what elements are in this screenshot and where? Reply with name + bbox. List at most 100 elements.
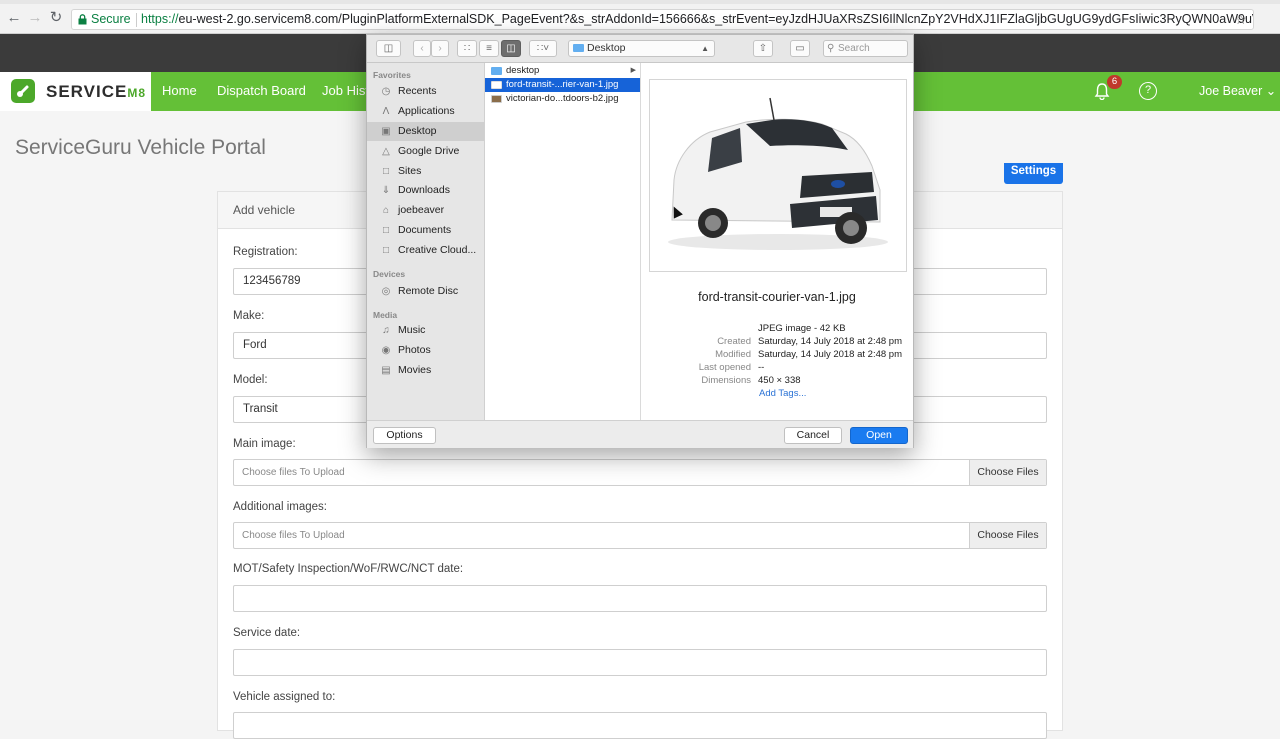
vehicle-assigned-label: Vehicle assigned to:: [233, 691, 336, 703]
folder-icon: [491, 67, 502, 75]
sidebar-item-movies[interactable]: ▤ Movies: [367, 361, 484, 380]
file-open-dialog: ◫ ‹ › ∷ ≡ ◫ ∷˅ Desktop ▲ ⇧ ▭ ⚲ Search Favo…: [366, 34, 914, 448]
additional-images-label: Additional images:: [233, 501, 327, 513]
forward-icon[interactable]: →: [27, 10, 43, 26]
chevron-right-icon: ▶: [630, 67, 636, 74]
icon-view-icon[interactable]: ∷: [457, 40, 477, 57]
main-image-upload[interactable]: Choose files To Upload Choose Files: [233, 459, 1047, 486]
notification-badge: 6: [1107, 75, 1122, 89]
location-selector[interactable]: Desktop ▲: [568, 40, 715, 57]
preview-image: [649, 79, 907, 272]
additional-images-upload[interactable]: Choose files To Upload Choose Files: [233, 522, 1047, 549]
van-image: [668, 97, 888, 250]
download-icon: ⇓: [381, 185, 391, 196]
mot-date-label: MOT/Safety Inspection/WoF/RWC/NCT date:: [233, 563, 464, 575]
column-view-icon[interactable]: ◫: [501, 40, 521, 57]
disc-icon: ◎: [381, 286, 391, 297]
sidebar-item-remote-disc[interactable]: ◎ Remote Disc: [367, 282, 484, 301]
sidebar-item-applications[interactable]: Λ Applications: [367, 102, 484, 121]
sidebar-label: Remote Disc: [398, 285, 459, 297]
reload-icon[interactable]: ↻: [48, 10, 64, 26]
sidebar-item-creative-cloud[interactable]: □ Creative Cloud...: [367, 241, 484, 260]
search-field[interactable]: ⚲ Search: [823, 40, 908, 57]
sidebar-label: Google Drive: [398, 145, 460, 157]
back-nav-icon[interactable]: ‹: [413, 40, 431, 57]
nav-dispatch-board[interactable]: Dispatch Board: [217, 83, 306, 98]
file-item-ford-transit[interactable]: ford-transit-...rier-van-1.jpg: [485, 78, 640, 92]
sidebar-toggle-icon[interactable]: ◫: [376, 40, 401, 57]
user-menu[interactable]: Joe Beaver ⌄: [1199, 83, 1276, 98]
file-item-desktop-folder[interactable]: desktop ▶: [485, 64, 640, 78]
tab-strip: [0, 0, 1280, 4]
share-icon[interactable]: ⇧: [753, 40, 773, 57]
model-label: Model:: [233, 374, 268, 386]
sidebar-label: Creative Cloud...: [398, 244, 477, 256]
dimensions-label: Dimensions: [701, 375, 751, 386]
sidebar-item-documents[interactable]: □ Documents: [367, 221, 484, 240]
back-icon[interactable]: ←: [6, 10, 22, 26]
image-file-icon: [491, 95, 502, 103]
file-item-victorian-doors[interactable]: victorian-do...tdoors-b2.jpg: [485, 92, 640, 106]
sidebar-item-desktop[interactable]: ▣ Desktop: [367, 122, 484, 141]
dialog-footer: Options Cancel Open: [367, 420, 913, 448]
last-opened-label: Last opened: [698, 362, 751, 373]
modified-label: Modified: [715, 349, 751, 360]
applications-icon: Λ: [382, 106, 390, 117]
camera-icon: ◉: [381, 345, 391, 356]
add-tags-link[interactable]: Add Tags...: [759, 388, 806, 399]
image-file-icon: [491, 81, 502, 89]
devices-heading: Devices: [373, 269, 406, 279]
location-label: Desktop: [587, 42, 626, 54]
url-text: https://eu-west-2.go.servicem8.com/Plugi…: [141, 10, 1253, 29]
sidebar-item-recents[interactable]: ◷ Recents: [367, 82, 484, 101]
sidebar-item-photos[interactable]: ◉ Photos: [367, 341, 484, 360]
settings-button[interactable]: Settings: [1004, 163, 1063, 184]
sidebar-label: Photos: [398, 344, 431, 356]
tag-icon[interactable]: ▭: [790, 40, 810, 57]
updown-chevron-icon: ▲: [701, 44, 709, 53]
sidebar-item-music[interactable]: ♫ Music: [367, 321, 484, 340]
logo-text: SERVICEM8: [46, 82, 146, 102]
service-date-field[interactable]: [233, 649, 1047, 676]
sidebar-item-sites[interactable]: □ Sites: [367, 162, 484, 181]
home-icon: ⌂: [382, 205, 390, 216]
sidebar-item-downloads[interactable]: ⇓ Downloads: [367, 181, 484, 200]
favorites-heading: Favorites: [373, 70, 411, 80]
music-icon: ♫: [382, 325, 390, 336]
sidebar-label: Movies: [398, 364, 432, 376]
vehicle-assigned-field[interactable]: [233, 712, 1047, 739]
choose-files-button[interactable]: Choose Files: [969, 523, 1046, 548]
cancel-button[interactable]: Cancel: [784, 427, 842, 444]
dialog-sidebar: Favorites ◷ Recents Λ Applications ▣ Deskto…: [367, 63, 485, 420]
group-view-icon[interactable]: ∷˅: [529, 40, 557, 57]
logo-word: SERVICE: [46, 82, 128, 101]
mot-date-field[interactable]: [233, 585, 1047, 612]
options-button[interactable]: Options: [373, 427, 436, 444]
sidebar-label: Applications: [398, 105, 455, 117]
forward-nav-icon[interactable]: ›: [431, 40, 449, 57]
list-view-icon[interactable]: ≡: [479, 40, 499, 57]
upload-placeholder: Choose files To Upload: [242, 530, 345, 541]
file-name: desktop: [506, 65, 540, 76]
last-opened-value: --: [758, 362, 765, 373]
dimensions-value: 450 × 338: [758, 375, 801, 386]
file-column: desktop ▶ ford-transit-...rier-van-1.jpg …: [485, 63, 641, 420]
choose-files-button[interactable]: Choose Files: [969, 460, 1046, 485]
open-button[interactable]: Open: [850, 427, 908, 444]
sidebar-item-google-drive[interactable]: △ Google Drive: [367, 142, 484, 161]
registration-label: Registration:: [233, 246, 298, 258]
created-label: Created: [717, 336, 751, 347]
make-label: Make:: [233, 310, 265, 322]
user-name: Joe Beaver: [1199, 84, 1263, 98]
created-value: Saturday, 14 July 2018 at 2:48 pm: [758, 336, 902, 347]
browser-toolbar: ← → ↻ Secure https://eu-west-2.go.servic…: [0, 0, 1280, 34]
upload-placeholder: Choose files To Upload: [242, 467, 345, 478]
help-icon[interactable]: ?: [1139, 82, 1157, 100]
service-date-label: Service date:: [233, 627, 301, 639]
sidebar-item-joebeaver[interactable]: ⌂ joebeaver: [367, 201, 484, 220]
address-bar[interactable]: Secure https://eu-west-2.go.servicem8.co…: [71, 9, 1254, 30]
search-icon: ⚲: [827, 43, 835, 54]
bookmark-star-icon[interactable]: ☆: [1234, 10, 1247, 29]
nav-home[interactable]: Home: [162, 83, 197, 98]
preview-file-name: ford-transit-courier-van-1.jpg: [698, 290, 856, 304]
